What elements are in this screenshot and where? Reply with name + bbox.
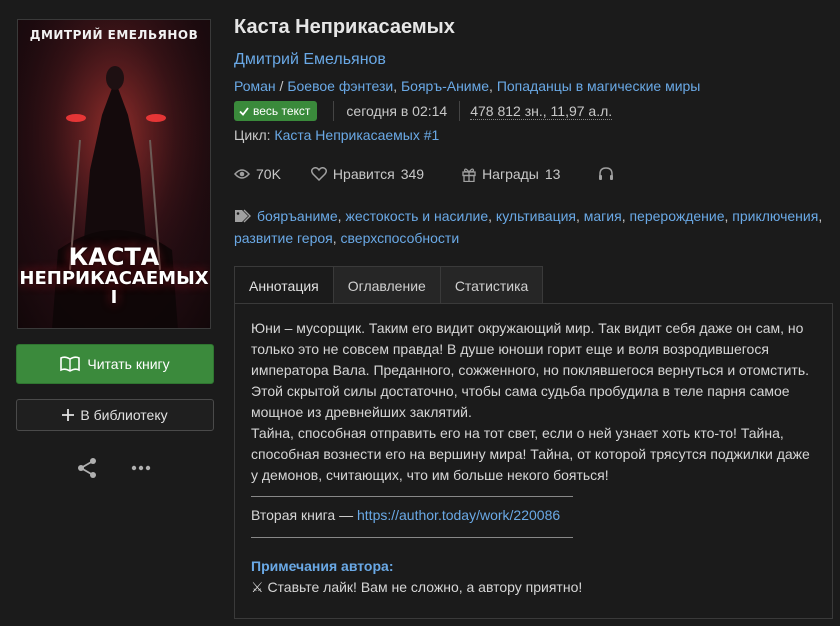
likes-count: 349 <box>400 166 425 182</box>
read-book-button[interactable]: Читать книгу <box>16 344 214 384</box>
more-options-icon[interactable] <box>130 460 152 476</box>
author-notes-title: Примечания автора: <box>251 558 394 574</box>
likes-stat[interactable]: Нравится 349 <box>310 166 425 182</box>
views-stat: 70K <box>234 166 281 182</box>
awards-stat[interactable]: Награды 13 <box>462 166 560 182</box>
tag-link[interactable]: перерождение <box>629 208 724 224</box>
cover-author: ДМИТРИЙ ЕМЕЛЬЯНОВ <box>29 28 199 42</box>
audiobook-stat[interactable] <box>598 167 614 181</box>
tab-annotation[interactable]: Аннотация <box>234 266 334 304</box>
headphones-icon <box>598 167 614 181</box>
annotation-paragraph: Юни – мусорщик. Таким его видит окружающ… <box>251 320 810 420</box>
tag-link[interactable]: бояръаниме <box>257 208 338 224</box>
share-icon[interactable] <box>76 457 98 479</box>
stats-row: 70K Нравится 349 Награды 13 <box>234 164 614 184</box>
divider <box>251 496 573 497</box>
book-cover[interactable]: ДМИТРИЙ ЕМЕЛЬЯНОВ КАСТА НЕПРИКАСАЕМЫХ I <box>17 19 211 329</box>
second-book-label: Вторая книга — <box>251 507 354 523</box>
awards-count: 13 <box>544 166 561 182</box>
add-to-library-label: В библиотеку <box>80 407 168 423</box>
book-title: Каста Неприкасаемых <box>234 16 455 38</box>
status-badge: весь текст <box>234 101 318 121</box>
author-link[interactable]: Дмитрий Емельянов <box>234 51 386 69</box>
check-icon <box>239 106 249 116</box>
cover-title-line1: КАСТА <box>68 243 160 272</box>
tab-contents[interactable]: Оглавление <box>332 266 441 304</box>
cycle-link[interactable]: Каста Неприкасаемых #1 <box>274 127 439 143</box>
genre-list: Роман / Боевое фэнтези, Бояръ-Аниме, Поп… <box>234 78 701 94</box>
open-book-icon <box>60 356 81 372</box>
divider <box>333 101 335 121</box>
likes-label: Нравится <box>332 166 395 182</box>
views-count: 70K <box>256 166 281 182</box>
tab-bar: Аннотация Оглавление Статистика <box>234 266 544 304</box>
tag-link[interactable]: магия <box>584 208 622 224</box>
book-size: 478 812 зн., 11,97 а.л. <box>470 102 613 120</box>
plus-icon <box>62 409 75 421</box>
cover-title-line2: НЕПРИКАСАЕМЫХ I <box>19 268 209 309</box>
cycle-row: Цикл: Каста Неприкасаемых #1 <box>234 127 439 143</box>
tag-link[interactable]: развитие героя <box>234 230 333 246</box>
cover-title: КАСТА НЕПРИКАСАЕМЫХ I <box>18 243 210 309</box>
tag-list: бояръаниме, жестокость и насилие, культи… <box>234 208 823 246</box>
genre-link[interactable]: Попаданцы в магические миры <box>497 78 701 94</box>
divider <box>251 537 573 538</box>
heart-icon <box>310 167 327 181</box>
second-book-link[interactable]: https://author.today/work/220086 <box>357 507 560 523</box>
tag-link[interactable]: сверхспособности <box>341 230 460 246</box>
divider <box>459 101 461 121</box>
eye-icon <box>234 168 250 180</box>
read-book-label: Читать книгу <box>87 356 170 372</box>
second-book-row: Вторая книга — https://author.today/work… <box>251 505 816 526</box>
updated-time: сегодня в 02:14 <box>346 103 448 119</box>
annotation-paragraph: Тайна, способная отправить его на тот св… <box>251 425 810 483</box>
genre-link[interactable]: Роман <box>234 78 276 94</box>
awards-label: Награды <box>482 166 539 182</box>
tag-link[interactable]: приключения <box>732 208 818 224</box>
genre-link[interactable]: Бояръ-Аниме <box>401 78 489 94</box>
tab-statistics[interactable]: Статистика <box>439 266 544 304</box>
author-notes-text: ⚔ Ставьте лайк! Вам не сложно, а автору … <box>251 579 583 595</box>
add-to-library-button[interactable]: В библиотеку <box>16 399 214 431</box>
status-label: весь текст <box>253 104 311 118</box>
genre-link[interactable]: Боевое фэнтези <box>287 78 393 94</box>
gift-icon <box>462 167 476 182</box>
annotation-panel: Юни – мусорщик. Таким его видит окружающ… <box>234 303 833 619</box>
book-meta: весь текст сегодня в 02:14 478 812 зн., … <box>234 100 613 122</box>
tag-icon <box>234 209 252 223</box>
genre-separator: / <box>275 78 288 94</box>
tag-link[interactable]: культивация <box>496 208 576 224</box>
tag-link[interactable]: жестокость и насилие <box>345 208 488 224</box>
cycle-label: Цикл: <box>234 127 271 143</box>
